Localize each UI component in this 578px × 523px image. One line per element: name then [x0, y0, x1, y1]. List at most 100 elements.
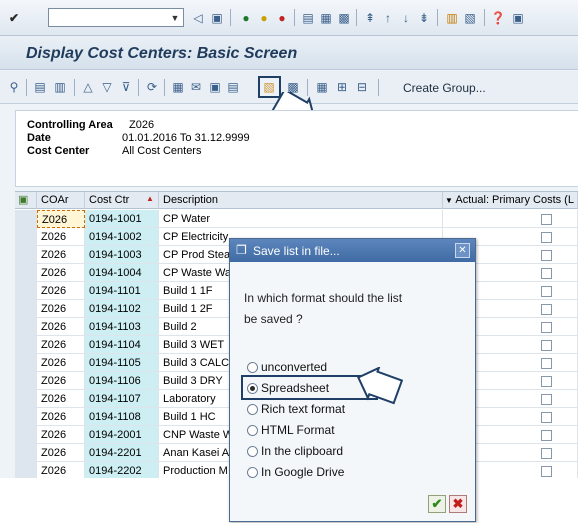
details-icon[interactable]: ▤ — [32, 79, 48, 95]
cancel-icon[interactable]: ● — [274, 10, 290, 26]
separator — [26, 79, 27, 96]
settings-icon[interactable]: ▣ — [510, 10, 526, 26]
column-header-actual-primary-costs[interactable]: ▼ Actual: Primary Costs (L — [443, 192, 578, 209]
row-checkbox[interactable] — [541, 268, 552, 279]
back-icon[interactable]: ● — [238, 10, 254, 26]
format-option[interactable]: In Google Drive — [247, 463, 344, 481]
row-selector[interactable] — [15, 228, 37, 246]
row-checkbox[interactable] — [541, 250, 552, 261]
next-page-icon[interactable]: ↓ — [398, 10, 414, 26]
row-selector[interactable] — [15, 246, 37, 264]
prev-page-icon[interactable]: ↑ — [380, 10, 396, 26]
column-header-description[interactable]: Description — [159, 192, 443, 209]
back-arrow-icon[interactable]: ◁ — [190, 10, 206, 26]
radio-button[interactable] — [247, 424, 258, 436]
find-next-icon[interactable]: ▩ — [336, 10, 352, 26]
sort-asc-icon[interactable]: △ — [80, 79, 96, 95]
coar-cell: Z026 — [37, 372, 85, 390]
cost-center-cell: 0194-1104 — [85, 336, 159, 354]
row-selector[interactable] — [15, 354, 37, 372]
layout-icon[interactable]: ▥ — [444, 10, 460, 26]
table-row[interactable]: Z026 0194-1001 CP Water — [15, 210, 578, 228]
row-selector[interactable] — [15, 444, 37, 462]
print-preview-icon[interactable]: ▦ — [170, 79, 186, 95]
row-selector[interactable] — [15, 264, 37, 282]
print-icon[interactable]: ▤ — [300, 10, 316, 26]
row-selector[interactable] — [15, 426, 37, 444]
row-selector[interactable] — [15, 408, 37, 426]
cost-center-cell: 0194-1102 — [85, 300, 159, 318]
row-selector[interactable] — [15, 372, 37, 390]
radio-button[interactable] — [247, 466, 258, 478]
confirm-button[interactable]: ✔ — [428, 495, 446, 513]
row-selector[interactable] — [15, 282, 37, 300]
coar-cell: Z026 — [37, 264, 85, 282]
exit-icon[interactable]: ● — [256, 10, 272, 26]
row-checkbox[interactable] — [541, 466, 552, 477]
row-selector[interactable] — [15, 462, 37, 478]
radio-button[interactable] — [247, 403, 258, 415]
first-page-icon[interactable]: ⇞ — [362, 10, 378, 26]
row-checkbox[interactable] — [541, 358, 552, 369]
format-option[interactable]: In the clipboard — [247, 442, 343, 460]
row-checkbox[interactable] — [541, 412, 552, 423]
save-icon[interactable]: ▣ — [209, 10, 225, 26]
format-option[interactable]: unconverted — [247, 358, 327, 376]
row-checkbox[interactable] — [541, 304, 552, 315]
actual-cost-cell — [443, 210, 578, 228]
radio-button[interactable] — [247, 361, 258, 373]
save-layout-icon[interactable]: ⊟ — [354, 79, 370, 95]
select-icon[interactable]: ▥ — [52, 79, 68, 95]
last-page-icon[interactable]: ⇟ — [416, 10, 432, 26]
column-header-cost-ctr[interactable]: Cost Ctr ▲ — [85, 192, 159, 209]
row-selector[interactable] — [15, 336, 37, 354]
command-field[interactable] — [48, 8, 184, 27]
select-all-cell[interactable]: ▣ — [15, 192, 37, 209]
close-icon[interactable]: ✕ — [455, 243, 470, 258]
row-checkbox[interactable] — [541, 322, 552, 333]
row-selector[interactable] — [15, 210, 37, 228]
sort-desc-icon[interactable]: ▽ — [99, 79, 115, 95]
dialog-question-line-1: In which format should the list — [244, 291, 403, 305]
format-option-label: In the clipboard — [261, 444, 344, 458]
config-icon[interactable]: ▧ — [462, 10, 478, 26]
glasses-icon[interactable]: ⚲ — [6, 79, 22, 95]
row-checkbox[interactable] — [541, 286, 552, 297]
help-icon[interactable]: ❓ — [490, 10, 506, 26]
radio-button[interactable] — [247, 445, 258, 457]
row-checkbox[interactable] — [541, 214, 552, 225]
spreadsheet-icon[interactable]: ▤ — [225, 79, 241, 95]
row-checkbox[interactable] — [541, 376, 552, 387]
cost-center-cell: 0194-1002 — [85, 228, 159, 246]
change-layout-icon[interactable]: ⊞ — [334, 79, 350, 95]
cancel-button[interactable]: ✖ — [449, 495, 467, 513]
row-selector[interactable] — [15, 300, 37, 318]
coar-cell: Z026 — [37, 318, 85, 336]
coar-cell: Z026 — [37, 210, 85, 228]
row-checkbox[interactable] — [541, 232, 552, 243]
row-checkbox[interactable] — [541, 430, 552, 441]
coar-cell: Z026 — [37, 282, 85, 300]
format-option[interactable]: Rich text format — [247, 400, 345, 418]
pointer-hand-icon — [356, 367, 403, 405]
refresh-icon[interactable]: ⟳ — [144, 79, 160, 95]
row-checkbox[interactable] — [541, 448, 552, 459]
filter-icon[interactable]: ⊽ — [118, 79, 134, 95]
dialog-title: Save list in file... — [253, 244, 340, 258]
coar-cell: Z026 — [37, 408, 85, 426]
date-value: 01.01.2016 To 31.12.9999 — [122, 132, 250, 144]
create-group-button[interactable]: Create Group... — [403, 81, 486, 95]
chevron-down-icon[interactable]: ▼ — [166, 8, 184, 27]
format-option[interactable]: HTML Format — [247, 421, 335, 439]
row-selector[interactable] — [15, 390, 37, 408]
mail-icon[interactable]: ✉ — [188, 79, 204, 95]
row-selector[interactable] — [15, 318, 37, 336]
find-icon[interactable]: ▦ — [318, 10, 334, 26]
separator — [378, 79, 379, 96]
check-icon[interactable]: ✔ — [6, 10, 22, 26]
row-checkbox[interactable] — [541, 340, 552, 351]
column-header-coar[interactable]: COAr — [37, 192, 85, 209]
row-checkbox[interactable] — [541, 394, 552, 405]
coar-cell: Z026 — [37, 336, 85, 354]
word-icon[interactable]: ▣ — [207, 79, 223, 95]
